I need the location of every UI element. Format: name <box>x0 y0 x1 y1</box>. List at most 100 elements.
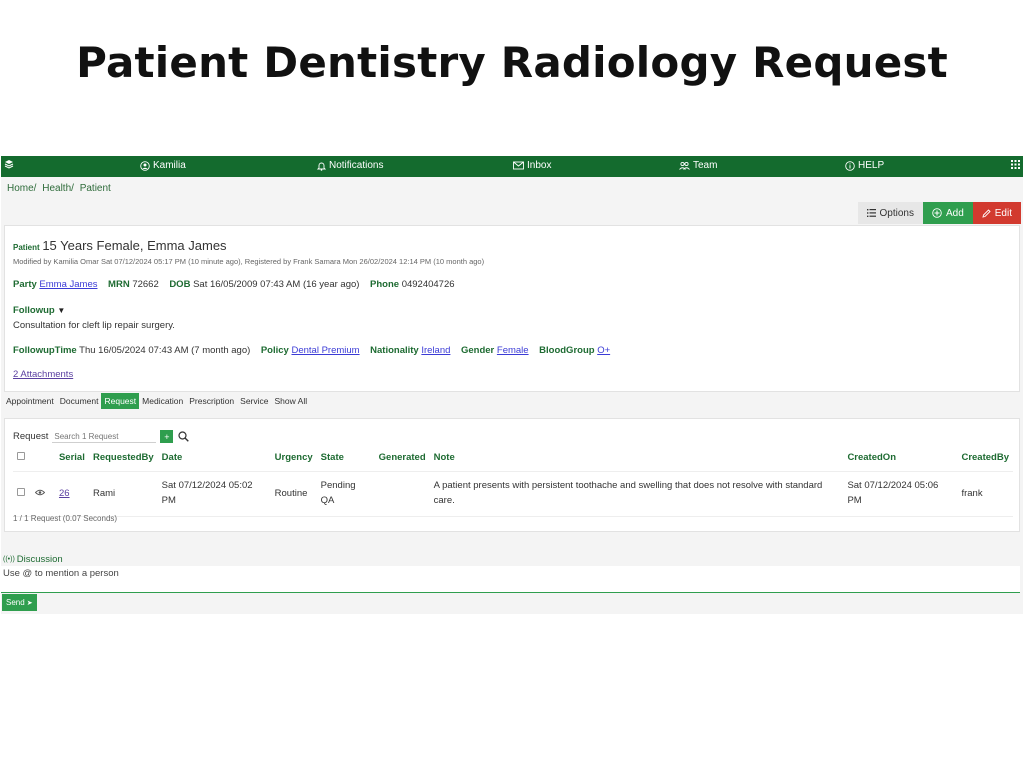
discussion-header: ((•)) Discussion <box>3 554 63 565</box>
header-urgency[interactable]: Urgency <box>270 449 317 472</box>
team-icon <box>679 161 690 170</box>
cell-generated <box>374 471 430 517</box>
action-bar: Options Add Edit <box>857 202 1021 224</box>
nav-team[interactable]: Team <box>679 160 717 171</box>
party-link[interactable]: Emma James <box>39 279 97 290</box>
gender-link[interactable]: Female <box>497 345 529 356</box>
pencil-icon <box>982 208 991 218</box>
followup-time-label: FollowupTime <box>13 345 77 356</box>
patient-card: Patient 15 Years Female, Emma James Modi… <box>4 225 1020 392</box>
row-select[interactable] <box>13 471 31 517</box>
header-date[interactable]: Date <box>157 449 271 472</box>
layers-menu-icon[interactable] <box>4 159 14 169</box>
edit-button[interactable]: Edit <box>972 202 1021 224</box>
options-label: Options <box>879 207 914 219</box>
serial-link[interactable]: 26 <box>59 488 70 499</box>
tab-medication[interactable]: Medication <box>139 393 186 409</box>
edit-label: Edit <box>994 207 1012 219</box>
broadcast-icon: ((•)) <box>3 556 15 563</box>
cell-note: A patient presents with persistent tooth… <box>429 471 844 517</box>
breadcrumb: Home/ Health/ Patient <box>7 183 114 194</box>
table-row[interactable]: 26 Rami Sat 07/12/2024 05:02 PM Routine … <box>13 471 1013 517</box>
followup-toggle[interactable]: Followup ▼ <box>13 305 65 316</box>
row-view[interactable] <box>30 471 55 517</box>
tab-appointment[interactable]: Appointment <box>3 393 57 409</box>
patient-identity-row: Party Emma James MRN 72662 DOB Sat 16/05… <box>13 279 455 290</box>
cell-serial[interactable]: 26 <box>54 471 89 517</box>
nav-notifications[interactable]: Notifications <box>317 160 383 171</box>
party-label: Party <box>13 279 37 290</box>
header-created-on[interactable]: CreatedOn <box>843 449 958 472</box>
list-icon <box>866 209 876 217</box>
requests-table: Serial RequestedBy Date Urgency State Ge… <box>13 449 1013 517</box>
request-search-input[interactable] <box>52 430 157 443</box>
breadcrumb-home[interactable]: Home/ <box>7 183 36 194</box>
policy-link[interactable]: Dental Premium <box>291 345 359 356</box>
add-button[interactable]: Add <box>922 202 973 224</box>
nav-user[interactable]: Kamilia <box>140 160 186 171</box>
policy-label: Policy <box>260 345 289 356</box>
send-button[interactable]: Send ➤ <box>2 594 37 611</box>
breadcrumb-patient[interactable]: Patient <box>80 183 111 194</box>
header-note[interactable]: Note <box>429 449 844 472</box>
tab-request[interactable]: Request <box>101 393 140 409</box>
request-search-bar: Request + <box>13 430 190 443</box>
nav-notifications-label: Notifications <box>329 160 384 171</box>
tab-show-all[interactable]: Show All <box>272 393 311 409</box>
plus-icon: + <box>164 431 170 442</box>
eye-icon[interactable] <box>34 489 46 496</box>
search-button[interactable] <box>178 431 190 442</box>
mrn-value: 72662 <box>132 279 159 290</box>
attachments-link[interactable]: 2 Attachments <box>13 369 73 380</box>
request-label: Request <box>13 431 49 442</box>
user-icon <box>140 160 150 171</box>
bloodgroup-link[interactable]: O+ <box>597 345 610 356</box>
patient-details-row: FollowupTime Thu 16/05/2024 07:43 AM (7 … <box>13 345 610 356</box>
search-icon <box>178 431 190 442</box>
nav-help-label: HELP <box>858 160 885 171</box>
tab-service[interactable]: Service <box>237 393 271 409</box>
checkbox[interactable] <box>17 452 25 460</box>
header-generated[interactable]: Generated <box>374 449 430 472</box>
page-title: Patient Dentistry Radiology Request <box>76 38 948 87</box>
header-serial[interactable]: Serial <box>54 449 89 472</box>
cell-date: Sat 07/12/2024 05:02 PM <box>157 471 271 517</box>
followup-label: Followup <box>13 305 55 316</box>
checkbox[interactable] <box>17 487 25 496</box>
breadcrumb-health[interactable]: Health/ <box>42 183 74 194</box>
discussion-input[interactable]: Use @ to mention a person <box>1 566 1020 593</box>
attachments-label: 2 Attachments <box>13 369 74 380</box>
dob-label: DOB <box>169 279 191 290</box>
dob-value: Sat 16/05/2009 07:43 AM (16 year ago) <box>193 279 360 290</box>
header-state[interactable]: State <box>316 449 375 472</box>
requests-card: Request + Serial RequestedBy Date Urgenc… <box>4 418 1020 532</box>
nav-user-label: Kamilia <box>153 160 186 171</box>
nav-team-label: Team <box>693 160 718 171</box>
envelope-icon <box>513 161 524 170</box>
top-navbar: Kamilia Notifications Inbox Team HELP <box>1 156 1023 177</box>
patient-name: 15 Years Female, Emma James <box>42 238 227 253</box>
patient-label: Patient <box>13 243 40 252</box>
nationality-link[interactable]: Ireland <box>421 345 450 356</box>
send-label: Send <box>6 598 25 607</box>
nav-inbox[interactable]: Inbox <box>513 160 551 171</box>
tab-prescription[interactable]: Prescription <box>186 393 237 409</box>
record-tabs: Appointment Document Request Medication … <box>3 393 310 409</box>
info-icon <box>845 160 855 171</box>
apps-grid-icon[interactable] <box>1011 160 1020 169</box>
nationality-label: Nationality <box>370 345 419 356</box>
send-arrow-icon: ➤ <box>26 599 33 607</box>
nav-inbox-label: Inbox <box>527 160 552 171</box>
patient-header: Patient 15 Years Female, Emma James <box>13 238 227 253</box>
go-button[interactable]: + <box>160 430 174 443</box>
header-select-all[interactable] <box>13 449 31 472</box>
gender-label: Gender <box>460 345 495 356</box>
nav-help[interactable]: HELP <box>845 160 884 171</box>
table-header-row: Serial RequestedBy Date Urgency State Ge… <box>13 449 1013 472</box>
patient-meta: Modified by Kamilia Omar Sat 07/12/2024 … <box>13 257 485 266</box>
options-button[interactable]: Options <box>857 202 923 224</box>
header-created-by[interactable]: CreatedBy <box>957 449 1013 472</box>
header-requested-by[interactable]: RequestedBy <box>88 449 158 472</box>
tab-document[interactable]: Document <box>57 393 102 409</box>
add-label: Add <box>945 207 964 219</box>
